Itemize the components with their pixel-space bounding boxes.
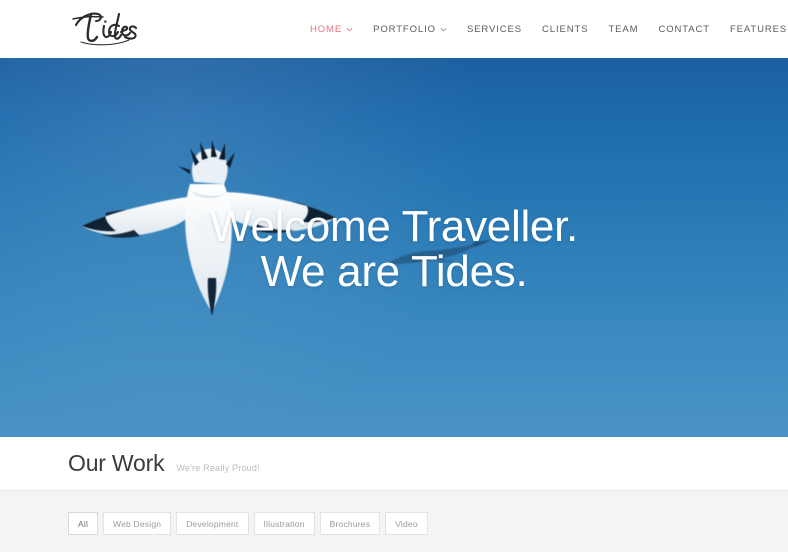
main-navigation: HOME PORTFOLIO SERVICES CLIENTS TEAM CON…: [300, 0, 788, 58]
our-work-intro: Our Work We're Really Proud!: [0, 437, 788, 490]
hero-headline-line-1: Welcome Traveller.: [210, 202, 578, 251]
nav-item-label: TEAM: [608, 23, 639, 35]
nav-item-contact[interactable]: CONTACT: [648, 0, 720, 58]
section-subtitle: We're Really Proud!: [176, 463, 260, 473]
site-header: HOME PORTFOLIO SERVICES CLIENTS TEAM CON…: [0, 0, 788, 58]
nav-item-clients[interactable]: CLIENTS: [532, 0, 598, 58]
hero-copy: Welcome Traveller. We are Tides.: [0, 204, 788, 295]
portfolio-filter-row: All Web Design Development Illustration …: [68, 512, 788, 535]
filter-button-all[interactable]: All: [68, 512, 99, 535]
nav-item-label: CLIENTS: [542, 23, 589, 35]
nav-item-label: CONTACT: [658, 23, 710, 35]
nav-item-label: PORTFOLIO: [373, 23, 436, 35]
filter-button-illustration[interactable]: Illustration: [253, 512, 315, 535]
hero-headline-line-2: We are Tides.: [260, 247, 528, 297]
nav-item-team[interactable]: TEAM: [598, 0, 648, 58]
hero-banner: Welcome Traveller. We are Tides. VIEW MO…: [0, 58, 788, 437]
nav-item-features[interactable]: FEATURES: [720, 0, 788, 58]
filter-button-web-design[interactable]: Web Design: [103, 512, 172, 535]
nav-item-home[interactable]: HOME: [300, 0, 363, 58]
nav-item-portfolio[interactable]: PORTFOLIO: [363, 0, 457, 58]
nav-item-services[interactable]: SERVICES: [457, 0, 532, 58]
our-work-title-row: Our Work We're Really Proud!: [68, 450, 260, 477]
portfolio-section: All Web Design Development Illustration …: [0, 490, 788, 552]
nav-item-label: FEATURES: [729, 23, 788, 35]
chevron-down-icon: [440, 26, 447, 33]
section-title: Our Work: [68, 450, 165, 476]
nav-item-label: SERVICES: [466, 23, 523, 35]
nav-item-label: HOME: [310, 23, 343, 35]
filter-button-video[interactable]: Video: [385, 512, 428, 535]
filter-button-brochures[interactable]: Brochures: [319, 512, 381, 535]
site-logo[interactable]: [67, 6, 139, 50]
filter-button-development[interactable]: Development: [176, 512, 249, 535]
tides-script-logo-icon: [72, 12, 138, 46]
chevron-down-icon: [346, 26, 353, 33]
